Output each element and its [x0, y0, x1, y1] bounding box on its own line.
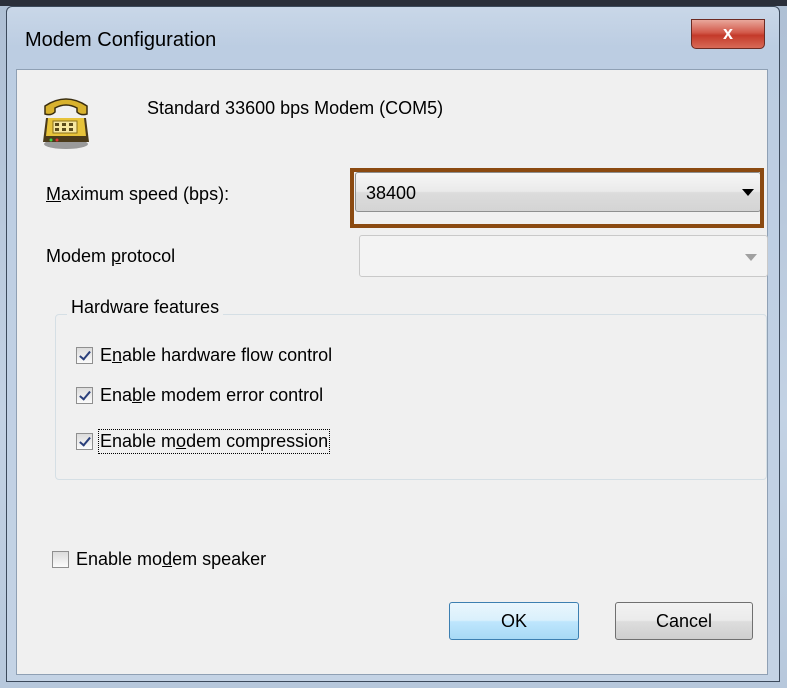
modem-protocol-label: Modem protocol [46, 246, 175, 267]
option-label-start: Ena [100, 385, 133, 405]
checkbox-checked-icon[interactable] [76, 433, 93, 450]
option-label-rest: able hardware flow control [122, 345, 333, 365]
max-speed-value: 38400 [366, 183, 417, 203]
option-label-mnemonic: b [132, 385, 143, 405]
protocol-label-mnemonic: p [111, 246, 122, 266]
dialog-title: Modem Configuration [25, 29, 217, 51]
close-button[interactable]: x [691, 19, 765, 49]
telephone-modem-icon [43, 98, 89, 149]
option-label-start: Enable m [100, 431, 177, 451]
modem-protocol-select[interactable] [359, 235, 768, 277]
option-label-mnemonic: o [176, 431, 187, 451]
chevron-down-icon[interactable] [742, 189, 754, 196]
chevron-down-icon[interactable] [745, 254, 757, 261]
modem-error-control-label: Enable modem error control [100, 385, 323, 406]
dialog-client-area: Standard 33600 bps Modem (COM5) Maximum … [16, 69, 768, 675]
option-label-start: E [100, 345, 113, 365]
modem-speaker-label: Enable modem speaker [76, 549, 266, 570]
modem-compression-checkbox[interactable]: Enable modem compression [76, 429, 396, 456]
checkbox-unchecked-icon[interactable] [52, 551, 69, 568]
option-label-mnemonic: n [112, 345, 123, 365]
hardware-features-title: Hardware features [67, 297, 224, 318]
checkbox-checked-icon[interactable] [76, 347, 93, 364]
option-label-rest: dem compression [186, 431, 329, 451]
title-bar[interactable]: Modem Configuration x [7, 7, 779, 69]
max-speed-label-mnemonic: M [46, 184, 61, 204]
option-label-rest: le modem error control [142, 385, 324, 405]
option-label-start: Enable mo [76, 549, 163, 569]
modem-compression-label: Enable modem compression [97, 429, 331, 454]
option-label-mnemonic: d [162, 549, 173, 569]
max-speed-label: Maximum speed (bps): [46, 184, 229, 205]
max-speed-label-rest: aximum speed (bps): [61, 184, 230, 204]
modem-error-control-checkbox[interactable]: Enable modem error control [76, 384, 396, 410]
protocol-label-rest: rotocol [121, 246, 176, 266]
modem-name: Standard 33600 bps Modem (COM5) [147, 98, 444, 118]
hardware-flow-control-label: Enable hardware flow control [100, 345, 332, 366]
hardware-flow-control-checkbox[interactable]: Enable hardware flow control [76, 344, 416, 370]
ok-button[interactable]: OK [449, 602, 579, 640]
option-label-rest: em speaker [172, 549, 267, 569]
max-speed-select[interactable]: 38400 [355, 172, 761, 212]
modem-configuration-dialog: Modem Configuration x Standard 33600 bps… [6, 6, 780, 682]
close-icon: x [722, 23, 733, 43]
modem-speaker-checkbox[interactable]: Enable modem speaker [52, 548, 322, 574]
cancel-button[interactable]: Cancel [615, 602, 753, 640]
checkbox-checked-icon[interactable] [76, 387, 93, 404]
protocol-label-start: Modem [46, 246, 112, 266]
